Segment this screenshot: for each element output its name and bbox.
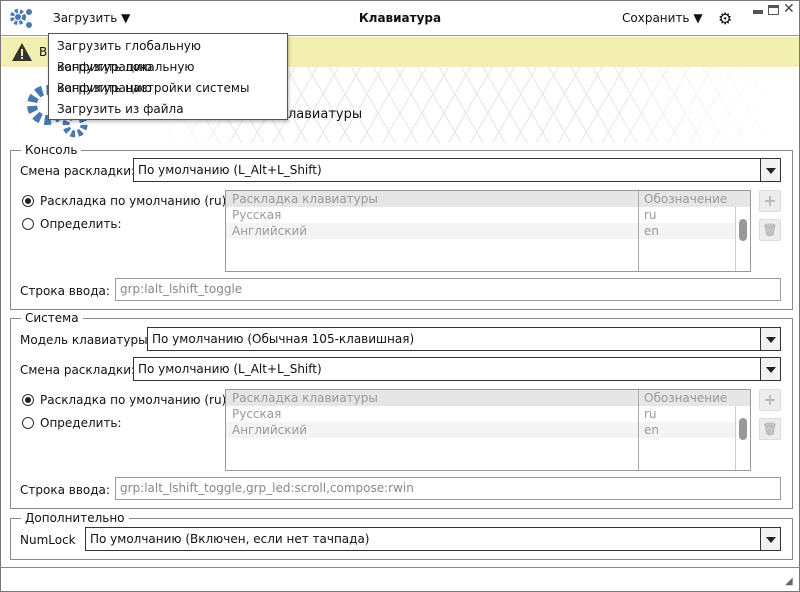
chevron-down-icon — [760, 159, 780, 181]
cell: en — [644, 224, 659, 238]
table-row[interactable]: Английский en — [226, 223, 750, 239]
title-bar: Загрузить ▼ Клавиатура Сохранить ▼ ⚙ ✕ — [1, 1, 799, 36]
menu-item-load-file[interactable]: Загрузить из файла — [49, 99, 287, 120]
column-header: Обозначение — [644, 192, 728, 206]
radio-icon — [22, 218, 34, 230]
table-header: Раскладка клавиатуры Обозначение — [226, 390, 750, 406]
cell: ru — [644, 407, 657, 421]
minimize-icon[interactable] — [753, 10, 763, 14]
radio-label: Раскладка по умолчанию (ru) — [40, 194, 227, 208]
table-row[interactable]: Русская ru — [226, 406, 750, 422]
table-row[interactable]: Русская ru — [226, 207, 750, 223]
menu-item-load-local[interactable]: Загрузить локальную конфигурацию — [49, 57, 287, 95]
trash-icon: 🗑 — [762, 422, 778, 436]
system-radio-default[interactable]: Раскладка по умолчанию (ru) — [22, 393, 226, 407]
menu-item-load-system[interactable]: Загрузить настройки системы — [49, 78, 287, 99]
trash-icon: 🗑 — [762, 223, 778, 237]
model-combo[interactable]: По умолчанию (Обычная 105-клавишная) — [147, 327, 781, 351]
console-input-label: Строка ввода: — [20, 284, 110, 298]
table-row — [226, 438, 750, 454]
add-layout-button[interactable]: + — [759, 190, 781, 212]
column-header: Раскладка клавиатуры — [232, 192, 378, 206]
system-legend: Система — [25, 311, 79, 325]
table-header: Раскладка клавиатуры Обозначение — [226, 191, 750, 207]
scrollbar[interactable] — [735, 207, 750, 271]
system-input-field[interactable]: grp:lalt_lshift_toggle,grp_led:scroll,co… — [115, 477, 781, 500]
maximize-icon[interactable] — [768, 5, 779, 15]
extra-legend: Дополнительно — [25, 511, 125, 525]
console-radio-custom[interactable]: Определить: — [22, 217, 122, 231]
model-label: Модель клавиатуры: — [20, 333, 152, 347]
radio-label: Определить: — [40, 416, 122, 430]
save-menu-button[interactable]: Сохранить ▼ — [622, 11, 703, 25]
radio-label: Раскладка по умолчанию (ru) — [40, 393, 227, 407]
radio-icon — [22, 394, 34, 406]
combo-value: По умолчанию (L_Alt+L_Shift) — [138, 163, 322, 177]
chevron-down-icon — [760, 358, 780, 380]
cell: ru — [644, 208, 657, 222]
cell: en — [644, 423, 659, 437]
console-switch-label: Смена раскладки: — [20, 164, 136, 178]
cell: Английский — [232, 224, 308, 238]
status-bar — [1, 567, 799, 568]
console-legend: Консоль — [25, 143, 78, 157]
console-radio-default[interactable]: Раскладка по умолчанию (ru) — [22, 194, 226, 208]
radio-icon — [22, 195, 34, 207]
close-icon[interactable]: ✕ — [783, 1, 795, 17]
cell: Русская — [232, 407, 282, 421]
save-label: Сохранить — [622, 11, 690, 25]
warning-text: В — [39, 45, 48, 59]
load-dropdown-menu: Загрузить глобальную конфигурацию Загруз… — [48, 33, 288, 120]
delete-layout-button[interactable]: 🗑 — [759, 219, 781, 241]
console-layout-table[interactable]: Раскладка клавиатуры Обозначение Русская r… — [225, 190, 751, 272]
chevron-down-icon — [760, 528, 780, 550]
console-input-field[interactable]: grp:lalt_lshift_toggle — [115, 278, 781, 301]
chevron-down-icon — [760, 328, 780, 350]
warning-icon — [12, 43, 32, 61]
system-switch-label: Смена раскладки: — [20, 363, 136, 377]
scrollbar[interactable] — [735, 406, 750, 470]
combo-value: По умолчанию (L_Alt+L_Shift) — [138, 362, 322, 376]
cell: Русская — [232, 208, 282, 222]
system-switch-combo[interactable]: По умолчанию (L_Alt+L_Shift) — [133, 357, 781, 381]
chevron-down-icon: ▼ — [693, 11, 703, 25]
combo-value: По умолчанию (Обычная 105-клавишная) — [152, 332, 415, 346]
table-row — [226, 239, 750, 255]
cell: Английский — [232, 423, 308, 437]
column-header: Раскладка клавиатуры — [232, 391, 378, 405]
page-title: лавиатуры — [288, 107, 363, 122]
numlock-combo[interactable]: По умолчанию (Включен, если нет тачпада) — [85, 527, 781, 551]
console-switch-combo[interactable]: По умолчанию (L_Alt+L_Shift) — [133, 158, 781, 182]
column-header: Обозначение — [644, 391, 728, 405]
radio-icon — [22, 417, 34, 429]
radio-label: Определить: — [40, 217, 122, 231]
menu-item-load-global[interactable]: Загрузить глобальную конфигурацию — [49, 36, 287, 74]
table-row[interactable]: Английский en — [226, 422, 750, 438]
gear-icon[interactable]: ⚙ — [718, 9, 732, 28]
delete-layout-button[interactable]: 🗑 — [759, 418, 781, 440]
system-layout-table[interactable]: Раскладка клавиатуры Обозначение Русская r… — [225, 389, 751, 471]
numlock-label: NumLock — [20, 533, 76, 547]
system-input-label: Строка ввода: — [20, 483, 110, 497]
resize-grip-icon[interactable]: ◢ — [785, 576, 793, 587]
add-layout-button[interactable]: + — [759, 389, 781, 411]
system-radio-custom[interactable]: Определить: — [22, 416, 122, 430]
combo-value: По умолчанию (Включен, если нет тачпада) — [90, 532, 370, 546]
